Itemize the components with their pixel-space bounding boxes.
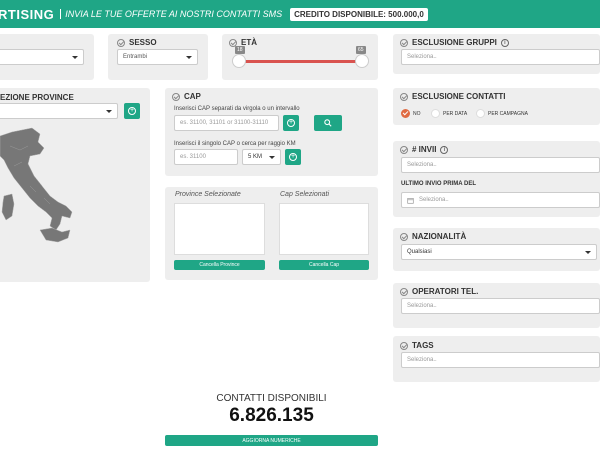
check-icon — [400, 38, 408, 47]
operatori-input[interactable]: Seleziona.. — [401, 298, 600, 314]
cap-hint-radius: Inserisci il singolo CAP o cerca per rag… — [174, 141, 296, 147]
ultimo-invio-input[interactable]: Seleziona.. — [401, 192, 600, 208]
age-min-handle[interactable] — [232, 54, 246, 68]
cap-single-input[interactable]: es. 31100 — [174, 149, 238, 165]
province-selected-list[interactable] — [174, 203, 265, 255]
esclusione-option-per-data[interactable]: PER DATA — [431, 105, 467, 123]
invii-title: # INVII i — [400, 145, 449, 154]
chevron-down-icon — [106, 110, 112, 113]
chevron-down-icon — [585, 251, 591, 254]
chevron-down-icon — [269, 156, 275, 159]
check-icon — [117, 38, 125, 47]
esclusione-option-no[interactable]: NO — [401, 105, 421, 123]
search-cap-button[interactable] — [314, 115, 342, 131]
check-icon — [400, 287, 408, 296]
credit-badge: CREDITO DISPONIBILE: 500.000,0 — [290, 7, 428, 21]
plus-icon: + — [287, 119, 295, 127]
cap-hint-range: Inserisci CAP separati da virgola o un i… — [174, 106, 300, 112]
check-icon — [400, 232, 408, 241]
calendar-icon — [407, 197, 414, 204]
age-slider-track[interactable] — [239, 60, 362, 63]
clear-cap-button[interactable]: Cancella Cap — [279, 260, 369, 270]
tags-input[interactable]: Seleziona.. — [401, 352, 600, 368]
age-min-label: 18 — [235, 46, 245, 54]
search-icon — [324, 119, 332, 127]
province-select[interactable] — [0, 103, 118, 119]
contatti-label: CONTATTI DISPONIBILI — [216, 393, 327, 404]
plus-icon: + — [289, 153, 297, 161]
clear-province-button[interactable]: Cancella Province — [174, 260, 265, 270]
left-top-select[interactable] — [0, 49, 84, 65]
brand-title: RTISING — [0, 6, 55, 22]
sesso-select[interactable]: Entrambi — [117, 49, 198, 65]
radio-checked-icon — [401, 109, 410, 119]
radio-icon — [476, 109, 485, 119]
province-title: EZIONE PROVINCE — [0, 93, 74, 102]
age-max-label: 65 — [356, 46, 366, 54]
check-icon — [400, 145, 408, 154]
check-icon — [400, 341, 408, 350]
invii-input[interactable]: Seleziona.. — [401, 157, 600, 173]
cap-selected-title: Cap Selezionati — [280, 191, 330, 198]
esclusione-option-per-campagna[interactable]: PER CAMPAGNA — [476, 105, 528, 123]
check-icon — [172, 92, 180, 101]
ultimo-invio-label: ULTIMO INVIO PRIMA DEL — [401, 181, 476, 187]
nazionalita-select[interactable]: Qualsiasi — [401, 244, 597, 260]
chevron-down-icon — [186, 56, 192, 59]
plus-icon: + — [128, 107, 136, 115]
cap-range-input[interactable]: es. 31100, 31101 or 31100-31110 — [174, 115, 279, 131]
esclusione-gruppi-title: ESCLUSIONE GRUPPI i — [400, 38, 509, 47]
cap-title: CAP — [172, 92, 201, 101]
tagline: INVIA LE TUE OFFERTE AI NOSTRI CONTATTI … — [60, 9, 282, 19]
info-icon[interactable]: i — [500, 38, 509, 47]
nazionalita-title: NAZIONALITÀ — [400, 232, 466, 241]
add-province-button[interactable]: + — [124, 103, 140, 119]
radio-icon — [431, 109, 440, 119]
tags-title: TAGS — [400, 341, 434, 350]
esclusione-contatti-title: ESCLUSIONE CONTATTI — [400, 92, 505, 101]
italy-map[interactable] — [0, 126, 80, 256]
check-icon — [400, 92, 408, 101]
info-icon[interactable]: i — [440, 145, 449, 154]
sesso-title: SESSO — [117, 38, 157, 47]
add-radius-button[interactable]: + — [285, 149, 301, 165]
aggiorna-numeriche-button[interactable]: AGGIORNA NUMERICHE — [165, 435, 378, 446]
top-bar: RTISING INVIA LE TUE OFFERTE AI NOSTRI C… — [0, 0, 600, 28]
contatti-count: 6.826.135 — [229, 405, 314, 426]
cap-selected-list[interactable] — [279, 203, 369, 255]
operatori-title: OPERATORI TEL. — [400, 287, 478, 296]
province-selected-title: Province Selezionate — [175, 191, 241, 198]
esclusione-gruppi-input[interactable]: Seleziona.. — [401, 49, 600, 65]
chevron-down-icon — [72, 56, 78, 59]
add-cap-button[interactable]: + — [283, 115, 299, 131]
age-max-handle[interactable] — [355, 54, 369, 68]
km-select[interactable]: 5 KM — [242, 149, 281, 165]
